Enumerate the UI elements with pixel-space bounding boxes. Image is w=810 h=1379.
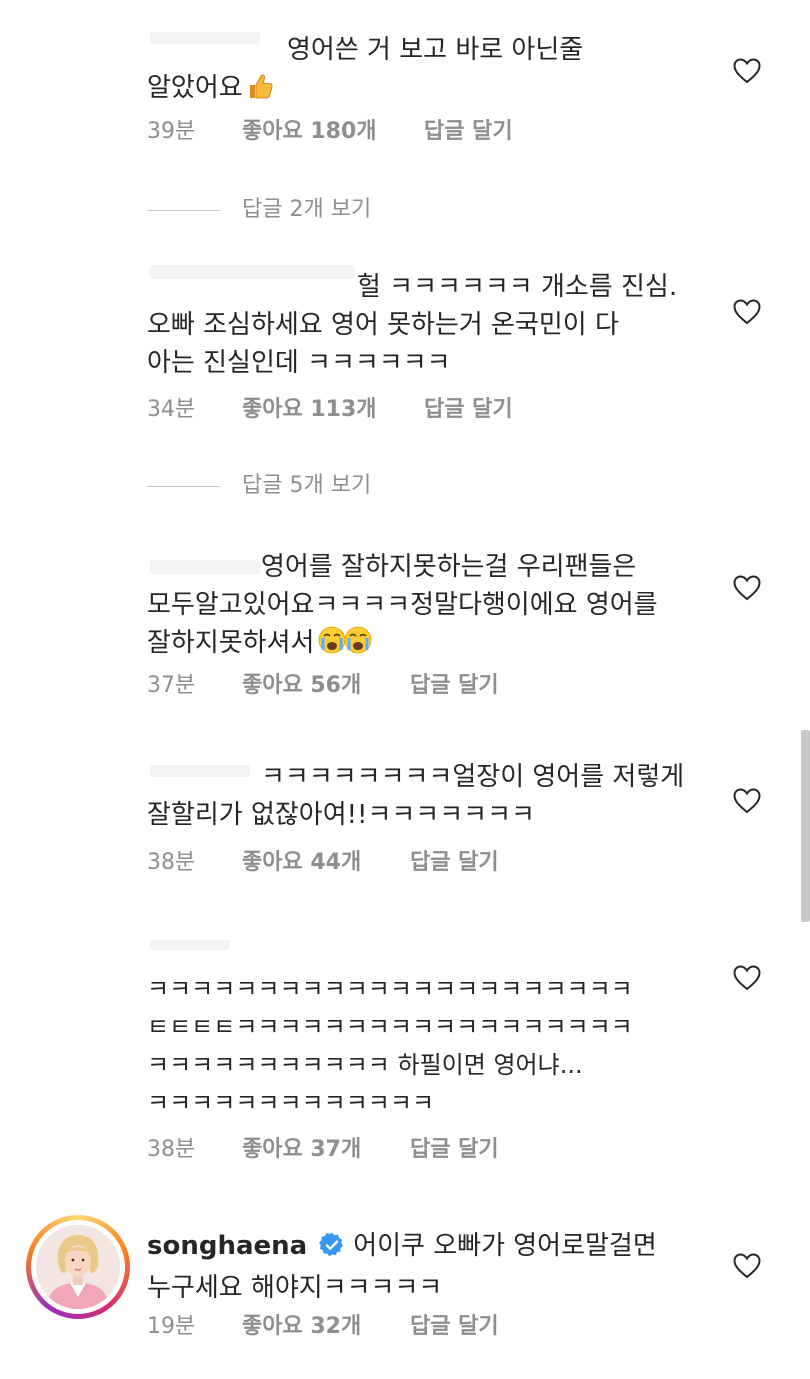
reply-button[interactable]: 답글 달기 bbox=[424, 116, 513, 148]
divider-line bbox=[147, 210, 220, 211]
comment-body: ㅋㅋㅋㅋㅋㅋㅋㅋ얼장이 영어를 저렇게 잘할리가 없잖아여!!ㅋㅋㅋㅋㅋㅋㅋ bbox=[147, 762, 685, 830]
comment-time: 19분 bbox=[147, 1314, 196, 1339]
avatar-story-ring[interactable] bbox=[26, 1215, 130, 1319]
comment-time: 37분 bbox=[147, 673, 196, 698]
comment-time: 34분 bbox=[147, 397, 196, 422]
like-heart-icon[interactable] bbox=[733, 788, 761, 814]
reply-button[interactable]: 답글 달기 bbox=[410, 670, 499, 702]
comment-body: 영어를 잘하지못하는걸 우리팬들은 모두알고있어요ㅋㅋㅋㅋ정말다행이에요 영어를… bbox=[147, 552, 658, 658]
comment-text: songhaena 어이쿠 오빠가 영어로말걸면 누구세요 해야지ㅋㅋㅋㅋㅋ bbox=[147, 1227, 707, 1307]
likes-count[interactable]: 좋아요 113개 bbox=[242, 394, 377, 426]
crying-face-emoji bbox=[318, 625, 372, 666]
reply-button[interactable]: 답글 달기 bbox=[424, 394, 513, 426]
view-replies-label: 답글 2개 보기 bbox=[242, 197, 372, 222]
comment-text: 영어를 잘하지못하는걸 우리팬들은 모두알고있어요ㅋㅋㅋㅋ정말다행이에요 영어를… bbox=[147, 548, 727, 666]
avatar bbox=[36, 1225, 120, 1309]
likes-count[interactable]: 좋아요 56개 bbox=[242, 670, 361, 702]
scrollbar[interactable] bbox=[801, 730, 810, 922]
likes-count[interactable]: 좋아요 180개 bbox=[242, 116, 377, 148]
reply-button[interactable]: 답글 달기 bbox=[410, 1311, 499, 1343]
comment-text: ㅋㅋㅋㅋㅋㅋㅋㅋ얼장이 영어를 저렇게 잘할리가 없잖아여!!ㅋㅋㅋㅋㅋㅋㅋ bbox=[147, 758, 707, 834]
like-heart-icon[interactable] bbox=[733, 299, 761, 325]
like-heart-icon[interactable] bbox=[733, 58, 761, 84]
comment-time: 38분 bbox=[147, 850, 196, 875]
like-heart-icon[interactable] bbox=[733, 1253, 761, 1279]
view-replies-button[interactable]: 답글 2개 보기 bbox=[147, 195, 447, 225]
comment-text: 영어쓴 거 보고 바로 아닌줄 알았어요 bbox=[147, 31, 707, 111]
like-heart-icon[interactable] bbox=[733, 575, 761, 601]
comment-time: 38분 bbox=[147, 1137, 196, 1162]
comment-body: 영어쓴 거 보고 바로 아닌줄 알았어요 bbox=[147, 35, 584, 103]
reply-button[interactable]: 답글 달기 bbox=[410, 1134, 499, 1166]
view-replies-button[interactable]: 답글 5개 보기 bbox=[147, 471, 447, 501]
comment-text: ㅋㅋㅋㅋㅋㅋㅋㅋㅋㅋㅋㅋㅋㅋㅋㅋㅋㅋㅋㅋㅋㅋ ㅌㅌㅌㅌㅋㅋㅋㅋㅋㅋㅋㅋㅋㅋㅋㅋㅋ… bbox=[147, 970, 717, 1122]
view-replies-label: 답글 5개 보기 bbox=[242, 473, 372, 498]
thumbs-up-emoji bbox=[247, 72, 273, 111]
verified-badge-icon bbox=[319, 1231, 345, 1269]
comment-body: ㅋㅋㅋㅋㅋㅋㅋㅋㅋㅋㅋㅋㅋㅋㅋㅋㅋㅋㅋㅋㅋㅋ ㅌㅌㅌㅌㅋㅋㅋㅋㅋㅋㅋㅋㅋㅋㅋㅋㅋ… bbox=[147, 975, 633, 1117]
comment-username[interactable]: songhaena bbox=[147, 1231, 307, 1261]
likes-count[interactable]: 좋아요 37개 bbox=[242, 1134, 361, 1166]
redacted-username bbox=[150, 940, 230, 950]
comment-time: 39분 bbox=[147, 119, 196, 144]
comment-text: 헐 ㅋㅋㅋㅋㅋㅋ 개소름 진심. 오빠 조심하세요 영어 못하는거 온국민이 다… bbox=[147, 268, 707, 382]
likes-count[interactable]: 좋아요 44개 bbox=[242, 847, 361, 879]
comment-body: 헐 ㅋㅋㅋㅋㅋㅋ 개소름 진심. 오빠 조심하세요 영어 못하는거 온국민이 다… bbox=[147, 272, 678, 378]
likes-count[interactable]: 좋아요 32개 bbox=[242, 1311, 361, 1343]
like-heart-icon[interactable] bbox=[733, 965, 761, 991]
divider-line bbox=[147, 486, 220, 487]
reply-button[interactable]: 답글 달기 bbox=[410, 847, 499, 879]
